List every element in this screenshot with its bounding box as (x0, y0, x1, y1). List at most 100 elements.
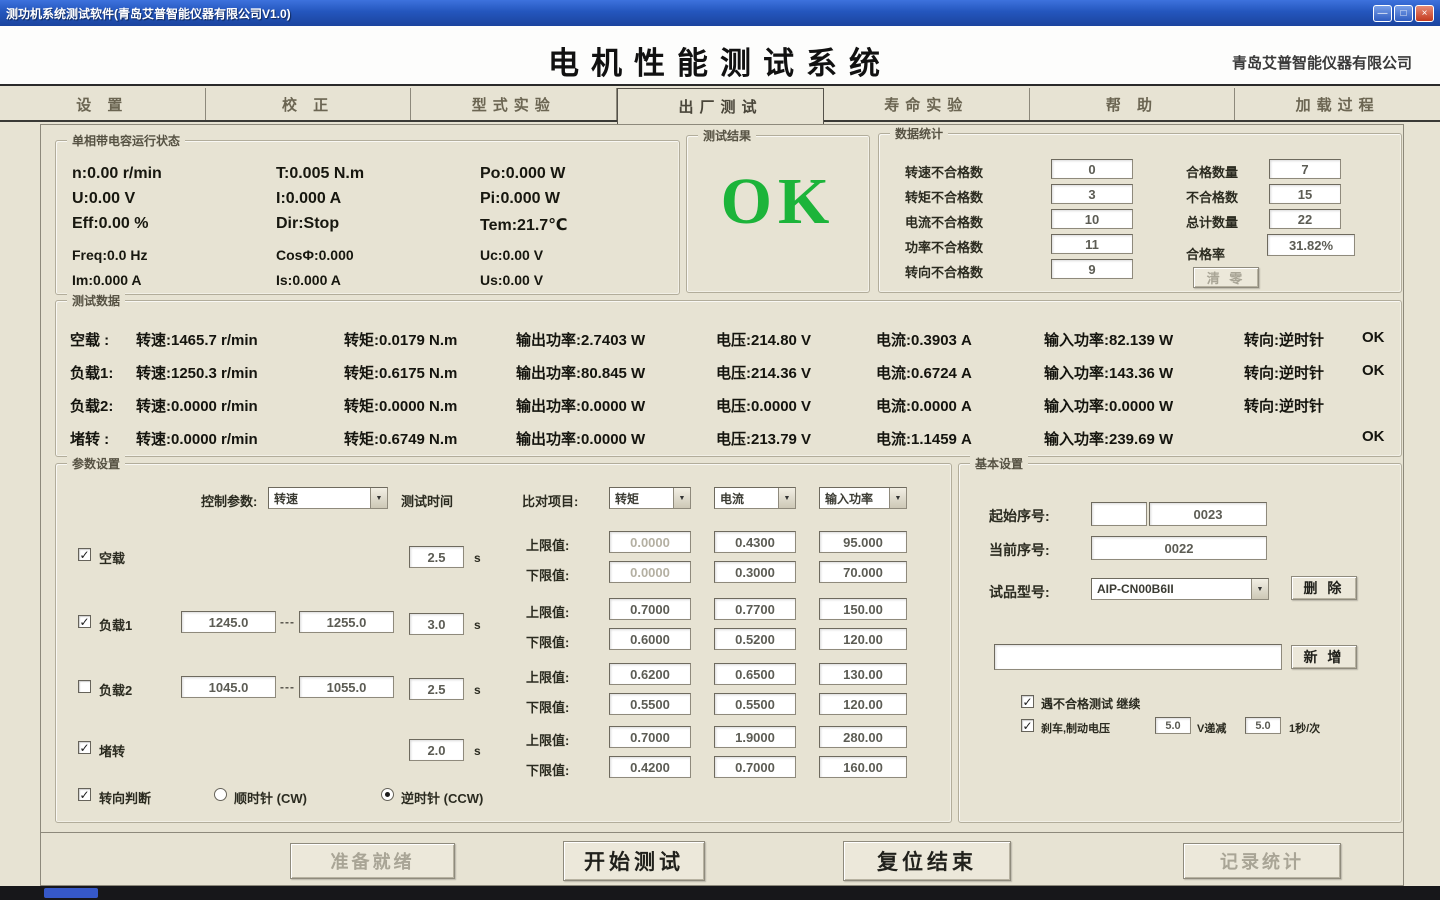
noload-upper-torque[interactable]: 0.0000 (609, 531, 691, 553)
chevron-down-icon[interactable]: ▼ (889, 488, 906, 508)
ready-button[interactable]: 准备就绪 (290, 843, 455, 879)
load2-lower-torque[interactable]: 0.5500 (609, 693, 691, 715)
checkbox-direction-judge[interactable]: ✓ (78, 788, 91, 801)
chevron-down-icon[interactable]: ▼ (673, 488, 690, 508)
model-select[interactable]: AIP-CN00B6II ▼ (1091, 578, 1269, 600)
chevron-down-icon[interactable]: ▼ (778, 488, 795, 508)
compare-select-torque[interactable]: 转矩 ▼ (609, 487, 691, 509)
status-i: I:0.000 A (276, 190, 341, 208)
tab-settings[interactable]: 设 置 (0, 88, 206, 120)
row-result (1362, 395, 1402, 416)
row-voltage: 电压:214.80 V (716, 329, 876, 350)
stall-upper-current[interactable]: 1.9000 (714, 726, 796, 748)
load1-lower-current[interactable]: 0.5200 (714, 628, 796, 650)
status-us: Us:0.00 V (480, 272, 543, 288)
stall-upper-pin[interactable]: 280.00 (819, 726, 907, 748)
stall-lower-current[interactable]: 0.7000 (714, 756, 796, 778)
lower-limit-label: 下限值: (526, 565, 569, 584)
tab-factory-test[interactable]: 出厂测试 (617, 88, 824, 124)
load1-upper-current[interactable]: 0.7700 (714, 598, 796, 620)
stat-pass-value: 7 (1269, 159, 1341, 179)
load2-time-input[interactable]: 2.5 (409, 678, 464, 700)
load2-lower-current[interactable]: 0.5500 (714, 693, 796, 715)
load1-time-input[interactable]: 3.0 (409, 613, 464, 635)
radio-ccw[interactable] (381, 788, 394, 801)
load1-range-to[interactable]: 1255.0 (299, 611, 394, 633)
load2-upper-torque[interactable]: 0.6200 (609, 663, 691, 685)
load1-upper-pin[interactable]: 150.00 (819, 598, 907, 620)
taskbar-item[interactable] (44, 888, 98, 898)
record-stats-button[interactable]: 记录统计 (1183, 843, 1341, 879)
row-current: 电流:0.0000 A (876, 395, 1044, 416)
clear-stats-button[interactable]: 清 零 (1193, 267, 1259, 288)
stats-panel: 数据统计 转速不合格数 0 转矩不合格数 3 电流不合格数 10 功率不合格数 … (878, 133, 1402, 293)
noload-lower-pin[interactable]: 70.000 (819, 561, 907, 583)
brake-rate-label: 1秒/次 (1289, 720, 1320, 736)
noload-upper-current[interactable]: 0.4300 (714, 531, 796, 553)
load2-upper-pin[interactable]: 130.00 (819, 663, 907, 685)
chevron-down-icon[interactable]: ▼ (1251, 579, 1268, 599)
close-icon[interactable]: × (1415, 5, 1434, 22)
add-button[interactable]: 新 增 (1291, 645, 1357, 669)
row-pout: 输出功率:0.0000 W (516, 428, 716, 449)
load2-range-to[interactable]: 1055.0 (299, 676, 394, 698)
radio-ccw-label: 逆时针 (CCW) (401, 788, 483, 807)
control-param-select[interactable]: 转速 ▼ (268, 487, 388, 509)
stat-rate-value: 31.82% (1267, 234, 1355, 256)
tab-load-process[interactable]: 加载过程 (1235, 88, 1440, 120)
checkbox-continue-on-fail[interactable]: ✓ (1021, 695, 1034, 708)
control-param-label: 控制参数: (201, 491, 257, 510)
checkbox-noload[interactable]: ✓ (78, 548, 91, 561)
checkbox-stall[interactable]: ✓ (78, 741, 91, 754)
noload-upper-pin[interactable]: 95.000 (819, 531, 907, 553)
noload-lower-torque[interactable]: 0.0000 (609, 561, 691, 583)
stall-time-input[interactable]: 2.0 (409, 739, 464, 761)
noload-lower-current[interactable]: 0.3000 (714, 561, 796, 583)
load1-range-from[interactable]: 1245.0 (181, 611, 276, 633)
stall-lower-pin[interactable]: 160.00 (819, 756, 907, 778)
load1-lower-pin[interactable]: 120.00 (819, 628, 907, 650)
checkbox-brake[interactable]: ✓ (1021, 719, 1034, 732)
start-sn-label: 起始序号: (989, 506, 1050, 526)
load1-upper-torque[interactable]: 0.7000 (609, 598, 691, 620)
delete-button[interactable]: 删 除 (1291, 576, 1357, 600)
current-sn-input[interactable]: 0022 (1091, 536, 1267, 560)
status-panel: 单相带电容运行状态 n:0.00 r/min T:0.005 N.m Po:0.… (55, 140, 680, 295)
load2-range-from[interactable]: 1045.0 (181, 676, 276, 698)
reset-end-button[interactable]: 复位结束 (843, 841, 1011, 881)
start-sn-spinner[interactable] (1091, 502, 1147, 526)
stat-speed-fail-value: 0 (1051, 159, 1133, 179)
radio-cw[interactable] (214, 788, 227, 801)
load2-upper-current[interactable]: 0.6500 (714, 663, 796, 685)
tab-life-test[interactable]: 寿命实验 (824, 88, 1030, 120)
load1-lower-torque[interactable]: 0.6000 (609, 628, 691, 650)
brake-voltage-input[interactable]: 5.0 (1155, 717, 1191, 734)
stall-lower-torque[interactable]: 0.4200 (609, 756, 691, 778)
compare-select-pin[interactable]: 输入功率 ▼ (819, 487, 907, 509)
minimize-icon[interactable]: — (1373, 5, 1392, 22)
brake-step-input[interactable]: 5.0 (1245, 717, 1281, 734)
stall-upper-torque[interactable]: 0.7000 (609, 726, 691, 748)
tab-help[interactable]: 帮 助 (1030, 88, 1236, 120)
chevron-down-icon[interactable]: ▼ (370, 488, 387, 508)
row-current: 电流:0.3903 A (876, 329, 1044, 350)
start-sn-input[interactable]: 0023 (1149, 502, 1267, 526)
load2-lower-pin[interactable]: 120.00 (819, 693, 907, 715)
checkbox-load2[interactable] (78, 680, 91, 693)
checkbox-load1[interactable]: ✓ (78, 615, 91, 628)
stat-torque-fail-value: 3 (1051, 184, 1133, 204)
maximize-icon[interactable]: □ (1394, 5, 1413, 22)
start-test-button[interactable]: 开始测试 (563, 841, 705, 881)
basic-panel-title: 基本设置 (970, 455, 1028, 472)
noload-time-input[interactable]: 2.5 (409, 546, 464, 568)
row-torque: 转矩:0.0000 N.m (344, 395, 516, 416)
compare-torque-value: 转矩 (610, 488, 673, 508)
company-name: 青岛艾普智能仪器有限公司 (1232, 52, 1412, 73)
tab-type-test[interactable]: 型式实验 (411, 88, 617, 120)
row-torque: 转矩:0.6749 N.m (344, 428, 516, 449)
tab-calibration[interactable]: 校 正 (206, 88, 412, 120)
compare-select-current[interactable]: 电流 ▼ (714, 487, 796, 509)
status-is: Is:0.000 A (276, 272, 341, 288)
load1-time-unit: s (474, 618, 481, 632)
new-model-input[interactable] (994, 644, 1282, 670)
